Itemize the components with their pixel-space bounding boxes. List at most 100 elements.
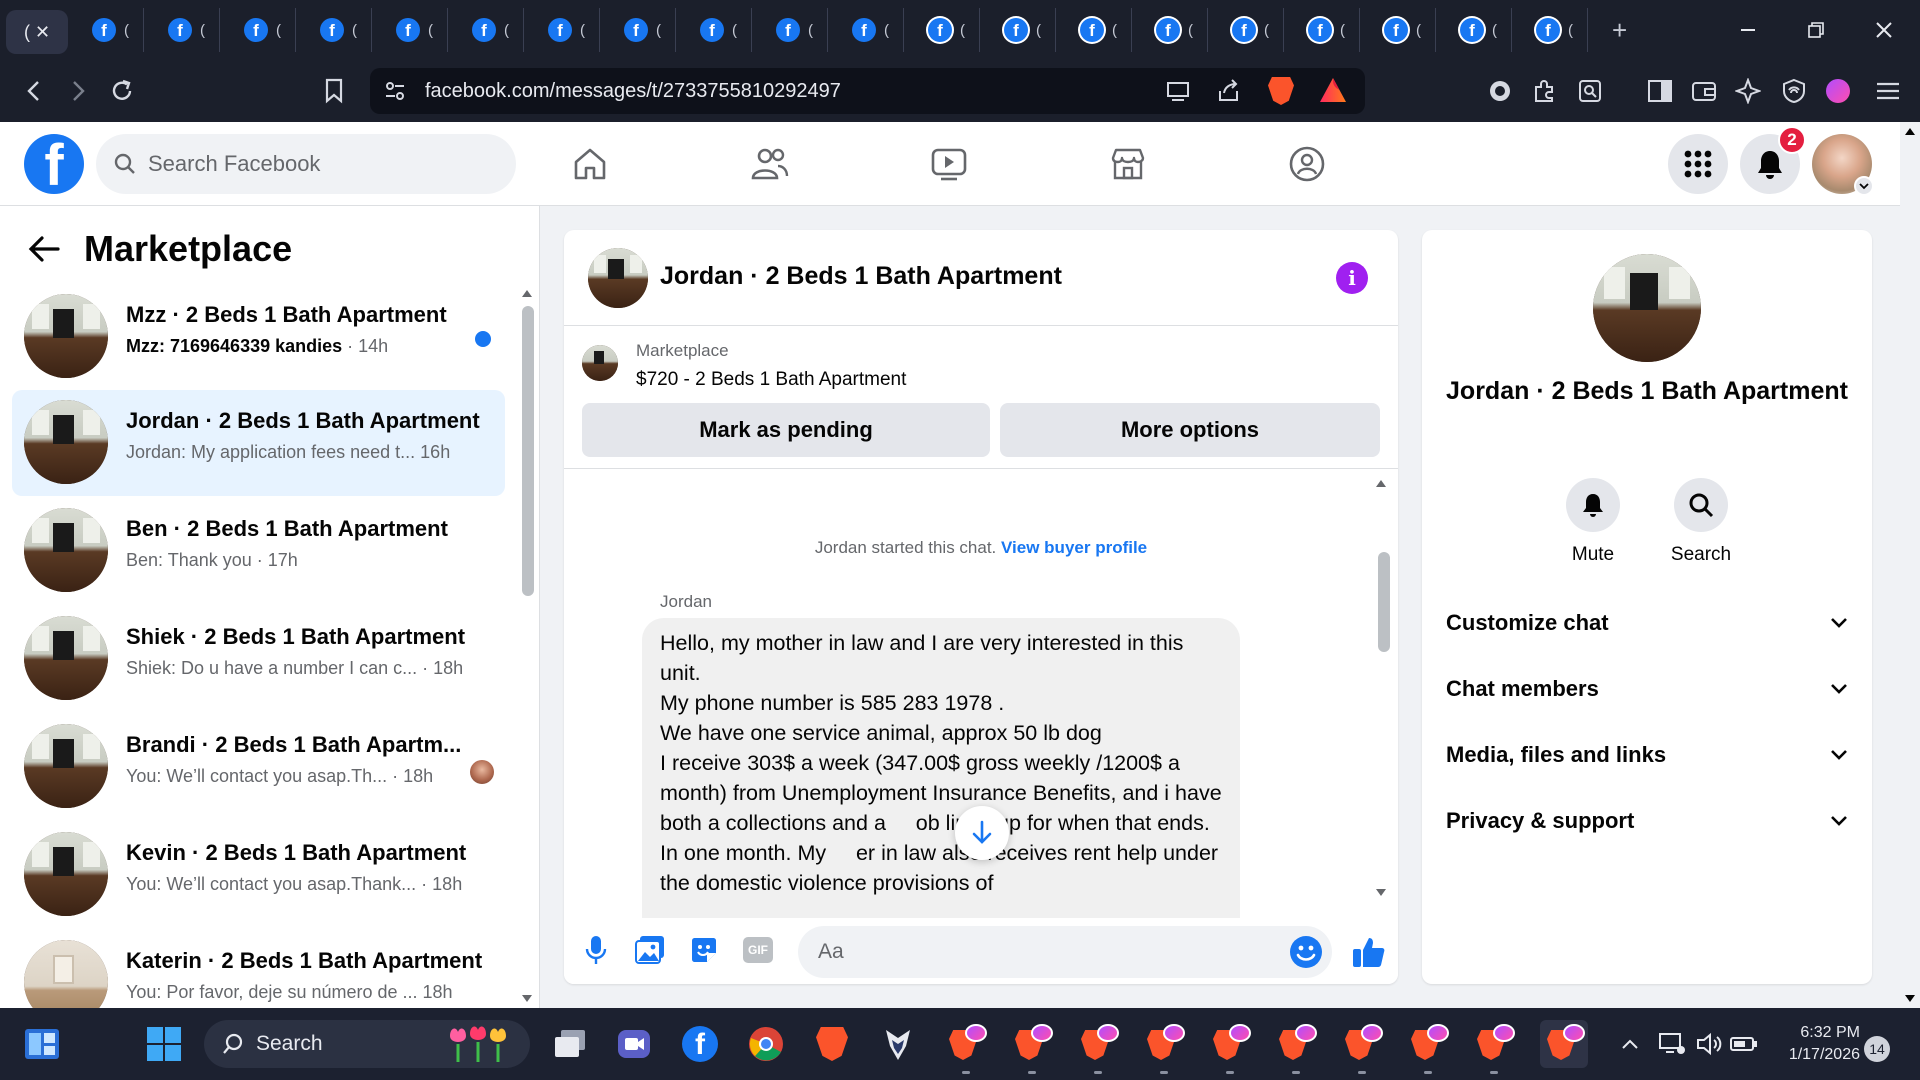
browser-tab[interactable]: f(: [1056, 8, 1132, 52]
mute-action[interactable]: Mute: [1538, 478, 1648, 566]
wallet-button[interactable]: [1684, 71, 1724, 111]
brave-profile-window[interactable]: [1408, 1024, 1449, 1074]
section-customize-chat[interactable]: Customize chat: [1446, 596, 1848, 650]
more-options-button[interactable]: More options: [1000, 403, 1380, 457]
listing-title[interactable]: $720 - 2 Beds 1 Bath Apartment: [636, 369, 906, 391]
listing-thumbnail[interactable]: [582, 345, 618, 381]
gif-button[interactable]: GIF: [740, 932, 776, 968]
menu-button[interactable]: [1868, 71, 1908, 111]
chat-avatar[interactable]: [588, 248, 648, 308]
brave-profile-window[interactable]: [1144, 1024, 1185, 1074]
back-button[interactable]: [14, 71, 54, 111]
attach-photo-button[interactable]: [632, 932, 668, 968]
sidebar-toggle-button[interactable]: [1640, 71, 1680, 111]
brave-profile-window[interactable]: [1012, 1024, 1053, 1074]
conversation-item-active[interactable]: Jordan · 2 Beds 1 Bath Apartment Jordan:…: [12, 390, 505, 496]
brave-profile-window[interactable]: [946, 1024, 987, 1074]
brave-profile-window[interactable]: [1342, 1024, 1383, 1074]
conversation-item[interactable]: Kevin · 2 Beds 1 Bath Apartment You: We’…: [12, 822, 505, 928]
sticker-button[interactable]: [686, 932, 722, 968]
notifications-button[interactable]: 2: [1740, 126, 1806, 194]
nav-marketplace[interactable]: [1106, 142, 1150, 186]
leo-ai-button[interactable]: [1728, 71, 1768, 111]
brave-app-button[interactable]: [812, 1024, 852, 1064]
brave-rewards-icon[interactable]: 1: [1320, 78, 1346, 102]
brave-shields-icon[interactable]: [1268, 77, 1294, 105]
close-window-button[interactable]: [1852, 0, 1916, 60]
meet-app-button[interactable]: [614, 1024, 654, 1064]
page-scrollbar[interactable]: [1900, 122, 1920, 1008]
browser-tab[interactable]: f(: [448, 8, 524, 52]
brave-profile-window[interactable]: [1276, 1024, 1317, 1074]
back-arrow-icon[interactable]: [28, 236, 60, 262]
brave-profile-window-active[interactable]: [1540, 1020, 1588, 1068]
nav-friends[interactable]: [748, 142, 792, 186]
browser-tab[interactable]: f(: [904, 8, 980, 52]
nav-video[interactable]: [927, 142, 971, 186]
browser-tab[interactable]: f(: [524, 8, 600, 52]
voice-clip-button[interactable]: [578, 932, 614, 968]
scrollbar-thumb[interactable]: [1378, 552, 1390, 652]
battery-button[interactable]: [1724, 1024, 1764, 1064]
section-media-files-links[interactable]: Media, files and links: [1446, 728, 1848, 782]
browser-tab[interactable]: f(: [1132, 8, 1208, 52]
conversation-item[interactable]: Ben · 2 Beds 1 Bath Apartment Ben: Thank…: [12, 498, 505, 604]
start-button[interactable]: [144, 1024, 184, 1064]
network-button[interactable]: [1652, 1024, 1692, 1064]
brave-profile-window[interactable]: [1474, 1024, 1515, 1074]
details-avatar[interactable]: [1593, 254, 1701, 362]
account-avatar-button[interactable]: [1812, 134, 1874, 196]
mute-button[interactable]: [1566, 478, 1620, 532]
widgets-button[interactable]: [22, 1024, 62, 1064]
browser-tab[interactable]: f(: [68, 8, 144, 52]
view-buyer-profile-link[interactable]: View buyer profile: [1001, 538, 1147, 557]
search-action[interactable]: Search: [1646, 478, 1756, 566]
game-app-button[interactable]: [878, 1024, 918, 1064]
search-in-conversation-button[interactable]: [1674, 478, 1728, 532]
scroll-to-bottom-button[interactable]: [955, 806, 1009, 860]
facebook-logo[interactable]: f: [24, 134, 84, 194]
browser-tab[interactable]: f(: [144, 8, 220, 52]
bookmark-button[interactable]: [314, 71, 354, 111]
reload-button[interactable]: [102, 71, 142, 111]
conversation-item[interactable]: Katerin · 2 Beds 1 Bath Apartment You: P…: [12, 930, 505, 1008]
brave-profile-window[interactable]: [1078, 1024, 1119, 1074]
brave-profile-window[interactable]: [1210, 1024, 1251, 1074]
address-bar[interactable]: facebook.com/messages/t/2733755810292497…: [370, 68, 1365, 114]
active-tab[interactable]: ( ✕: [6, 10, 68, 54]
screenshot-button[interactable]: [1570, 71, 1610, 111]
section-chat-members[interactable]: Chat members: [1446, 662, 1848, 716]
browser-tab[interactable]: f(: [828, 8, 904, 52]
browser-tab[interactable]: f(: [220, 8, 296, 52]
notification-center-badge[interactable]: 14: [1864, 1036, 1890, 1062]
cast-icon[interactable]: [1166, 80, 1192, 102]
menu-grid-button[interactable]: [1668, 134, 1728, 194]
like-button[interactable]: [1349, 932, 1389, 972]
nav-home[interactable]: [568, 142, 612, 186]
browser-tab[interactable]: f(: [1512, 8, 1588, 52]
conversation-item[interactable]: Shiek · 2 Beds 1 Bath Apartment Shiek: D…: [12, 606, 505, 712]
browser-tab[interactable]: f(: [676, 8, 752, 52]
extension-button[interactable]: [1480, 71, 1520, 111]
message-input[interactable]: [798, 926, 1332, 978]
browser-tab[interactable]: f(: [980, 8, 1056, 52]
browser-tab[interactable]: f(: [1436, 8, 1512, 52]
nav-groups[interactable]: [1285, 142, 1329, 186]
browser-tab[interactable]: f(: [1360, 8, 1436, 52]
task-view-button[interactable]: [550, 1024, 590, 1064]
chrome-app-button[interactable]: [746, 1024, 786, 1064]
conversation-item[interactable]: Mzz · 2 Beds 1 Bath Apartment Mzz: 71696…: [12, 284, 505, 390]
browser-tab[interactable]: f(: [372, 8, 448, 52]
vpn-button[interactable]: [1774, 71, 1814, 111]
taskbar-search[interactable]: Search: [204, 1020, 530, 1068]
emoji-button[interactable]: [1290, 936, 1322, 968]
new-tab-button[interactable]: +: [1612, 15, 1627, 46]
browser-tab[interactable]: f(: [1284, 8, 1360, 52]
restore-button[interactable]: [1784, 0, 1848, 60]
facebook-app-button[interactable]: f: [680, 1024, 720, 1064]
mark-as-pending-button[interactable]: Mark as pending: [582, 403, 990, 457]
share-icon[interactable]: [1216, 79, 1242, 103]
minimize-button[interactable]: [1716, 0, 1780, 60]
browser-tab[interactable]: f(: [600, 8, 676, 52]
show-hidden-icons-button[interactable]: [1610, 1024, 1650, 1064]
